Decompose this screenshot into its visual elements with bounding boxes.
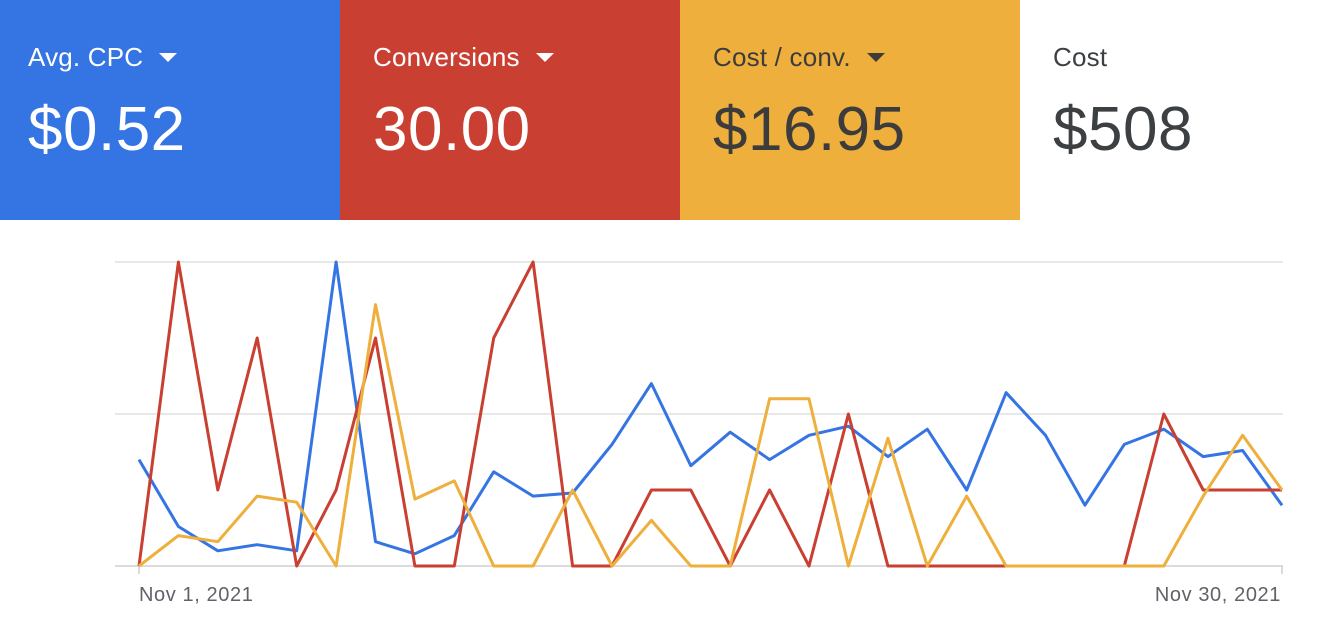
dropdown-arrow-icon[interactable] xyxy=(535,52,554,62)
metric-label-text: Conversions xyxy=(373,41,520,72)
metric-card-avg-cpc[interactable]: Avg. CPC $0.52 xyxy=(0,0,340,220)
metric-value: $0.52 xyxy=(28,95,186,164)
metric-label: Cost / conv. xyxy=(713,40,1020,74)
metric-label-text: Avg. CPC xyxy=(28,41,144,72)
dropdown-arrow-icon[interactable] xyxy=(159,52,178,62)
metric-card-cost-per-conv[interactable]: Cost / conv. $16.95 xyxy=(680,0,1020,220)
line-chart: Nov 1, 2021 Nov 30, 2021 xyxy=(115,260,1284,606)
metric-card-cost[interactable]: Cost $508 xyxy=(1020,0,1334,220)
performance-chart: Nov 1, 2021 Nov 30, 2021 xyxy=(0,220,1334,624)
x-label-start: Nov 1, 2021 xyxy=(139,584,253,606)
metric-label: Avg. CPC xyxy=(28,40,340,74)
metric-label: Conversions xyxy=(373,40,680,74)
metric-label-text: Cost / conv. xyxy=(713,41,851,72)
x-label-end: Nov 30, 2021 xyxy=(1155,584,1281,606)
metric-value: 30.00 xyxy=(373,95,531,164)
dropdown-arrow-icon[interactable] xyxy=(866,52,885,62)
metric-label: Cost xyxy=(1053,40,1334,74)
metric-card-conversions[interactable]: Conversions 30.00 xyxy=(340,0,680,220)
metric-value: $508 xyxy=(1053,95,1193,164)
metric-cards: Avg. CPC $0.52 Conversions 30.00 Cost / … xyxy=(0,0,1334,220)
metric-value: $16.95 xyxy=(713,95,906,164)
metric-label-text: Cost xyxy=(1053,41,1108,72)
series-line-0 xyxy=(137,260,1284,556)
